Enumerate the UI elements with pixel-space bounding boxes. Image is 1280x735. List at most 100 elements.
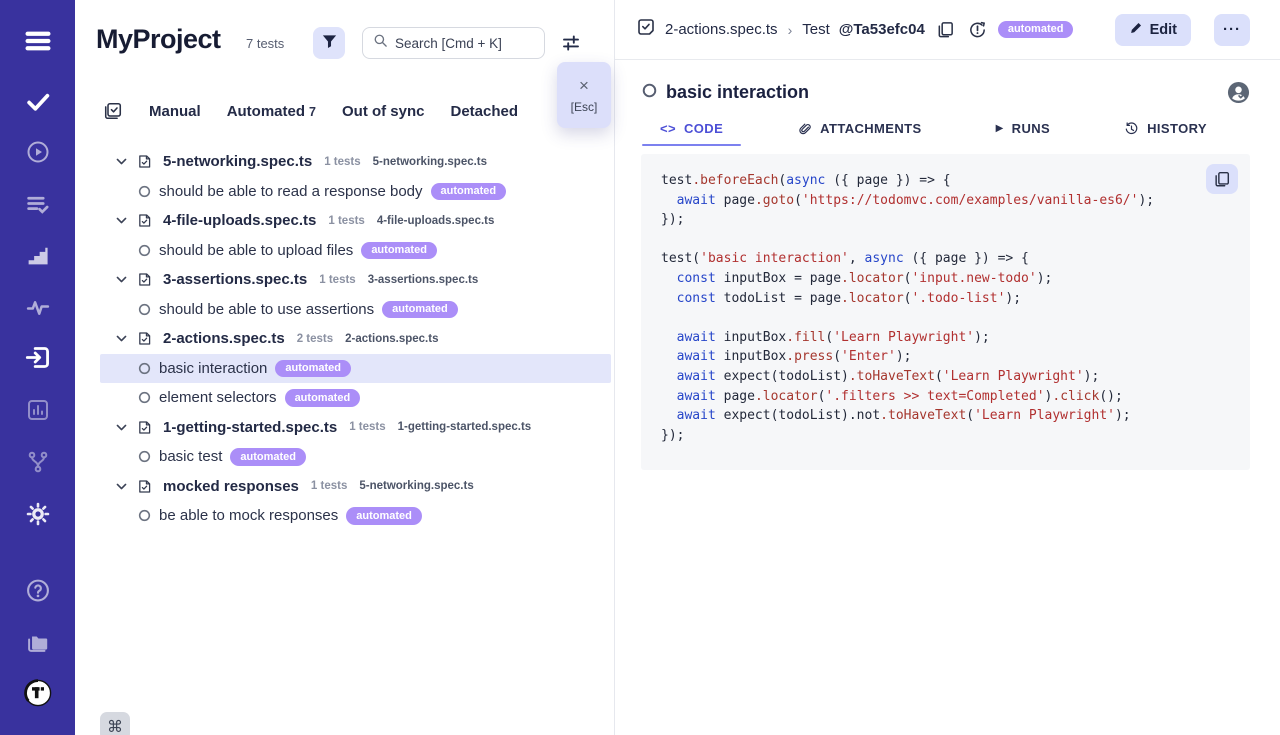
suite-tests-count: 1 tests xyxy=(328,215,364,227)
activity-icon[interactable] xyxy=(25,295,50,320)
app-logo[interactable] xyxy=(24,679,52,707)
edit-button[interactable]: Edit xyxy=(1115,14,1191,46)
steps-icon[interactable] xyxy=(25,243,50,268)
project-title[interactable]: MyProject xyxy=(96,24,221,55)
copy-id-button[interactable] xyxy=(934,20,957,39)
filter-tab-out-of-sync[interactable]: Out of sync xyxy=(342,103,425,120)
test-title-row: basic interaction xyxy=(615,60,1280,104)
suite-title: mocked responses xyxy=(163,478,299,495)
spec-file-icon xyxy=(136,271,153,288)
code-line: await page.locator('.filters >> text=Com… xyxy=(661,387,1230,407)
breadcrumb-entity: Test xyxy=(802,21,830,38)
automation-badge: automated xyxy=(230,448,306,466)
gear-icon[interactable] xyxy=(25,501,51,527)
menu-icon[interactable] xyxy=(23,26,53,56)
code-line: const inputBox = page.locator('input.new… xyxy=(661,269,1230,289)
test-row[interactable]: should be able to upload filesautomated xyxy=(100,236,611,266)
play-circle-icon[interactable] xyxy=(26,140,50,164)
pencil-icon xyxy=(1129,21,1143,39)
test-detail-title: basic interaction xyxy=(666,82,809,103)
esc-hint: [Esc] xyxy=(571,100,598,114)
tab-code[interactable]: <>CODE xyxy=(646,121,737,146)
spec-file-icon xyxy=(136,330,153,347)
test-title: element selectors xyxy=(159,389,277,406)
chevron-down-icon xyxy=(115,155,128,168)
sync-status-icon[interactable] xyxy=(966,20,989,39)
filter-tab-manual[interactable]: Manual xyxy=(149,103,201,120)
suite-row[interactable]: 2-actions.spec.ts2 tests2-actions.spec.t… xyxy=(100,324,611,354)
filter-tab-detached[interactable]: Detached xyxy=(451,103,519,120)
tab-history[interactable]: HISTORY xyxy=(1110,121,1221,146)
test-title: basic interaction xyxy=(159,360,267,377)
test-row[interactable]: basic testautomated xyxy=(100,442,611,472)
filter-tab-automated[interactable]: Automated7 xyxy=(227,103,316,120)
import-icon[interactable] xyxy=(24,344,51,371)
chevron-down-icon xyxy=(115,273,128,286)
tab-label: RUNS xyxy=(1012,121,1050,136)
code-line xyxy=(661,308,1230,328)
filter-tabs: Manual Automated7 Out of sync Detached xyxy=(75,99,518,123)
test-title: should be able to read a response body xyxy=(159,183,423,200)
command-icon: ⌘ xyxy=(107,717,123,735)
suite-row[interactable]: 1-getting-started.spec.ts 1 tests 1-gettin… xyxy=(100,413,611,443)
close-icon[interactable]: × xyxy=(579,77,589,94)
bulk-check-icon[interactable] xyxy=(103,101,123,121)
suite-file-path: 4-file-uploads.spec.ts xyxy=(377,215,495,227)
suite-title: 3-assertions.spec.ts xyxy=(163,271,307,288)
view-settings-icon[interactable] xyxy=(561,33,581,53)
automation-badge: automated xyxy=(431,183,507,201)
test-circle-icon xyxy=(138,303,151,316)
search-input[interactable] xyxy=(395,36,534,51)
suite-title: 2-actions.spec.ts xyxy=(163,330,285,347)
suite-row[interactable]: 5-networking.spec.ts 1 tests 5-networking.… xyxy=(100,147,611,177)
tab-label: HISTORY xyxy=(1147,121,1207,136)
detail-tabs: <>CODE ATTACHMENTS ▶ RUNS HISTORY xyxy=(615,121,1280,146)
test-row[interactable]: should be able to read a response body au… xyxy=(100,177,611,207)
automation-badge: automated xyxy=(346,507,422,525)
suite-title: 1-getting-started.spec.ts xyxy=(163,419,337,436)
more-actions-button[interactable]: ··· xyxy=(1214,14,1250,46)
search-box[interactable] xyxy=(362,27,545,59)
code-line: test('basic interaction', async ({ page … xyxy=(661,249,1230,269)
code-line: await expect(todoList).toHaveText('Learn… xyxy=(661,367,1230,387)
breadcrumb-suite[interactable]: 2-actions.spec.ts xyxy=(665,21,778,38)
suite-file-path: 1-getting-started.spec.ts xyxy=(398,421,532,433)
history-icon xyxy=(1124,121,1139,136)
suite-row[interactable]: 3-assertions.spec.ts1 tests3-assertions.… xyxy=(100,265,611,295)
suite-file-path: 5-networking.spec.ts xyxy=(373,156,487,168)
check-icon[interactable] xyxy=(25,89,50,114)
suite-tests-count: 1 tests xyxy=(324,156,360,168)
esc-close-popup[interactable]: × [Esc] xyxy=(557,62,611,128)
test-row[interactable]: basic interactionautomated xyxy=(100,354,611,384)
command-key-badge[interactable]: ⌘ xyxy=(100,712,130,735)
suite-file-path: 3-assertions.spec.ts xyxy=(368,274,479,286)
code-line: await expect(todoList).not.toHaveText('L… xyxy=(661,406,1230,426)
test-row[interactable]: be able to mock responsesautomated xyxy=(100,501,611,531)
app: MyProject 7 tests Man xyxy=(0,0,1280,735)
test-list-icon[interactable] xyxy=(25,192,50,217)
code-block: test.beforeEach(async ({ page }) => { aw… xyxy=(661,171,1230,445)
breadcrumb: 2-actions.spec.ts › Test @Ta53efc04 auto… xyxy=(615,0,1280,60)
assignee-avatar-icon[interactable] xyxy=(1227,81,1250,104)
runs-icon: ▶ xyxy=(996,123,1004,134)
analytics-icon[interactable] xyxy=(26,398,50,422)
suite-tests-count: 1 tests xyxy=(349,421,385,433)
suite-row[interactable]: 4-file-uploads.spec.ts1 tests4-file-uplo… xyxy=(100,206,611,236)
projects-folder-icon[interactable] xyxy=(25,630,51,656)
code-line: await inputBox.fill('Learn Playwright'); xyxy=(661,328,1230,348)
branch-icon[interactable] xyxy=(26,450,50,474)
tab-runs[interactable]: ▶ RUNS xyxy=(982,121,1065,146)
help-icon[interactable] xyxy=(25,578,50,603)
filter-button[interactable] xyxy=(313,27,345,59)
test-row[interactable]: should be able to use assertionsautomate… xyxy=(100,295,611,325)
suite-row[interactable]: mocked responses1 tests5-networking.spec… xyxy=(100,472,611,502)
copy-code-button[interactable] xyxy=(1206,164,1238,194)
chevron-down-icon xyxy=(115,214,128,227)
suite-title: 5-networking.spec.ts xyxy=(163,153,312,170)
tab-attachments[interactable]: ATTACHMENTS xyxy=(783,121,935,146)
code-line: }); xyxy=(661,426,1230,446)
code-line: await inputBox.press('Enter'); xyxy=(661,347,1230,367)
test-title: should be able to use assertions xyxy=(159,301,374,318)
test-circle-icon xyxy=(138,450,151,463)
test-row[interactable]: element selectorsautomated xyxy=(100,383,611,413)
